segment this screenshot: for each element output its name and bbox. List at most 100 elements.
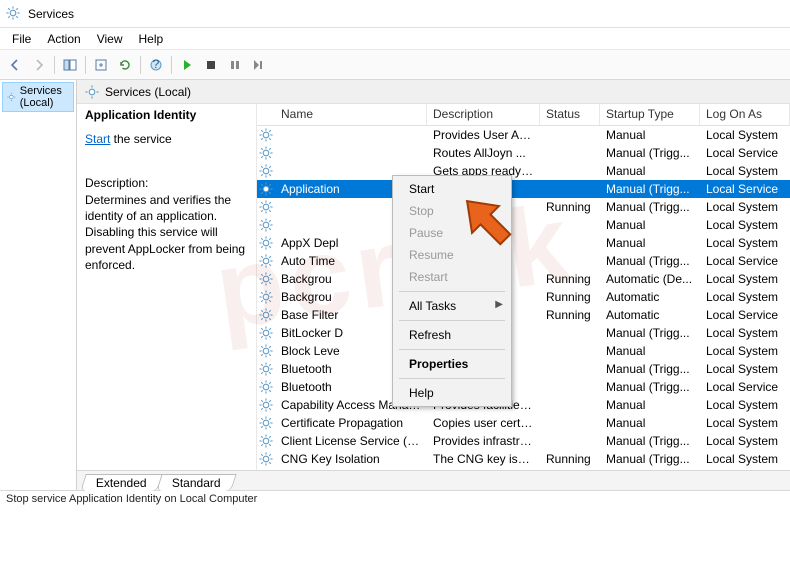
cell-logon: Local System [700,343,790,359]
cell-name: Certificate Propagation [275,415,427,431]
table-row[interactable]: Routes AllJoyn ...Manual (Trigg...Local … [257,144,790,162]
table-row[interactable]: AppX Deplinfrastru...ManualLocal System [257,234,790,252]
service-icon [257,326,275,340]
menu-help[interactable]: Help [131,30,172,48]
cell-logon: Local System [700,451,790,467]
nav-services-local[interactable]: Services (Local) [2,82,74,112]
table-row[interactable]: Client License Service (ClipSV...Provide… [257,432,790,450]
services-icon [6,6,22,22]
menu-view[interactable]: View [89,30,131,48]
services-list: Name Description Status Startup Type Log… [257,104,790,470]
table-row[interactable]: Block LeveENGINE s...ManualLocal System [257,342,790,360]
tab-extended[interactable]: Extended [80,474,162,491]
service-icon [257,398,275,412]
context-item-restart: Restart [395,266,509,288]
table-row[interactable]: es support ...ManualLocal System [257,216,790,234]
context-item-all-tasks[interactable]: All Tasks▶ [395,295,509,317]
col-name[interactable]: Name [257,104,427,125]
context-separator [399,291,505,292]
cell-startup: Manual (Trigg... [600,199,700,215]
cell-logon: Local Service [700,307,790,323]
table-row[interactable]: Provides User Acc...ManualLocal System [257,126,790,144]
cell-description: Provides User Acc... [427,127,540,143]
pause-service-button[interactable] [224,54,246,76]
table-row[interactable]: Bluetoothuetooth se...Manual (Trigg...Lo… [257,378,790,396]
show-hide-tree-button[interactable] [59,54,81,76]
selected-service-name: Application Identity [85,108,248,122]
cell-startup: Manual (Trigg... [600,145,700,161]
table-row[interactable]: Backgrours files in t...RunningAutomatic… [257,270,790,288]
tab-standard[interactable]: Standard [156,474,236,491]
cell-logon: Local System [700,127,790,143]
chevron-right-icon: ▶ [495,299,503,310]
context-item-start[interactable]: Start [395,178,509,200]
col-description[interactable]: Description [427,104,540,125]
table-row[interactable]: Gets apps ready f...ManualLocal System [257,162,790,180]
cell-startup: Manual [600,415,700,431]
cell-status [540,260,600,262]
cell-startup: Manual (Trigg... [600,181,700,197]
service-icon [257,182,275,196]
forward-button[interactable] [28,54,50,76]
back-button[interactable] [4,54,26,76]
table-row[interactable]: Capability Access Manager S...Provides f… [257,396,790,414]
context-item-stop: Stop [395,200,509,222]
cell-status [540,404,600,406]
cell-status: Running [540,289,600,305]
cell-startup: Manual [600,397,700,413]
refresh-button[interactable] [114,54,136,76]
export-button[interactable] [90,54,112,76]
description-text: Determines and verifies the identity of … [85,192,248,273]
context-item-refresh[interactable]: Refresh [395,324,509,346]
cell-name: CNG Key Isolation [275,451,427,467]
service-icon [257,236,275,250]
cell-startup: Manual [600,217,700,233]
cell-startup: Manual (Trigg... [600,325,700,341]
table-row[interactable]: Base Filterse Filterin...RunningAutomati… [257,306,790,324]
toolbar-separator [171,56,172,74]
cell-name [275,170,427,172]
cell-name [275,152,427,154]
table-row[interactable]: Certificate PropagationCopies user certi… [257,414,790,432]
service-icon [257,218,275,232]
menubar: File Action View Help [0,28,790,50]
service-icon [257,128,275,142]
menu-file[interactable]: File [4,30,39,48]
service-icon [257,290,275,304]
table-row[interactable]: Auto Timelly set...Manual (Trigg...Local… [257,252,790,270]
cell-name: Client License Service (ClipSV... [275,433,427,449]
start-service-button[interactable] [176,54,198,76]
cell-logon: Local System [700,433,790,449]
context-item-properties[interactable]: Properties [395,353,509,375]
table-row[interactable]: Bluetooths wireless ...Manual (Trigg...L… [257,360,790,378]
cell-status [540,170,600,172]
cell-startup: Automatic [600,289,700,305]
stop-service-button[interactable] [200,54,222,76]
service-icon [257,434,275,448]
col-status[interactable]: Status [540,104,600,125]
col-startup[interactable]: Startup Type [600,104,700,125]
menu-action[interactable]: Action [39,30,88,48]
nav-label: Services (Local) [20,85,69,109]
cell-startup: Manual (Trigg... [600,379,700,395]
cell-status [540,188,600,190]
cell-logon: Local System [700,325,790,341]
table-row[interactable]: Backgrouws infrastr...RunningAutomaticLo… [257,288,790,306]
services-icon [7,90,16,104]
col-logon[interactable]: Log On As [700,104,790,125]
cell-startup: Automatic (De... [600,271,700,287]
start-link[interactable]: Start [85,132,110,146]
table-row[interactable]: BitLocker DC hosts th...Manual (Trigg...… [257,324,790,342]
restart-service-button[interactable] [248,54,270,76]
table-row[interactable]: Applicationnines and v...Manual (Trigg..… [257,180,790,198]
cell-status: Running [540,307,600,323]
context-separator [399,320,505,321]
table-row[interactable]: CNG Key IsolationThe CNG key isol...Runn… [257,450,790,468]
cell-logon: Local System [700,397,790,413]
cell-startup: Automatic [600,307,700,323]
table-row[interactable]: tes the ru...RunningManual (Trigg...Loca… [257,198,790,216]
cell-status [540,368,600,370]
context-item-help[interactable]: Help [395,382,509,404]
help-button[interactable]: ? [145,54,167,76]
cell-logon: Local System [700,235,790,251]
